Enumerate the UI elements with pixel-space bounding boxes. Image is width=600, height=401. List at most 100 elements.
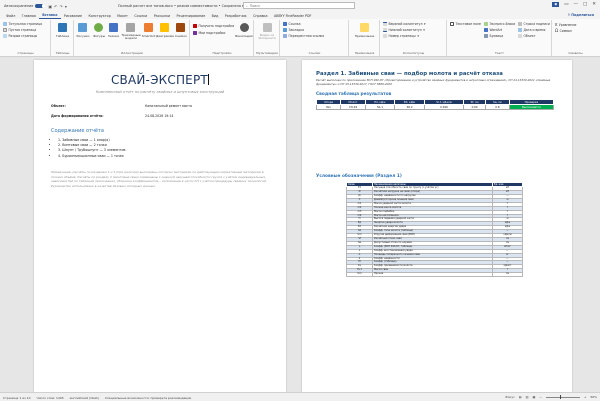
store-icon — [193, 24, 197, 28]
group-tables-label: Таблицы — [55, 51, 70, 55]
web-layout-icon[interactable]: ▦ — [532, 395, 535, 399]
quick-parts-button[interactable]: Экспресс-блоки — [484, 22, 515, 26]
report-title[interactable]: СВАЙ-ЭКСПЕРТ — [34, 73, 286, 87]
summary-heading: Сводная таблица результатов — [316, 92, 392, 97]
accessibility-status[interactable]: Специальные возможности: проверьте реком… — [105, 396, 192, 400]
symbol-button[interactable]: Ω Символ — [555, 28, 572, 33]
online-video-icon[interactable] — [263, 23, 272, 32]
group-illustrations: Рисунки Фигуры Значки Трехмерные модели … — [75, 20, 190, 56]
redo-icon[interactable]: ↷ — [60, 4, 63, 9]
page-break-button[interactable]: Разрыв страницы — [3, 34, 37, 38]
focus-button[interactable]: Фокус — [505, 395, 515, 399]
pictures-label[interactable]: Рисунки — [75, 34, 91, 38]
minimize-button[interactable]: — — [573, 2, 578, 7]
legend-table: Симв. Наименование величины Ед. изм. Fd Нес… — [346, 181, 523, 278]
comment-icon[interactable] — [360, 23, 369, 32]
equation-button[interactable]: π Уравнение — [555, 22, 576, 27]
bookmark-label: Закладка — [288, 28, 305, 32]
icons-label[interactable]: Значки — [106, 34, 121, 38]
object-label: Объект: — [51, 104, 66, 108]
wordart-button[interactable]: WordArt — [484, 28, 502, 32]
language[interactable]: английский (США) — [70, 396, 99, 400]
save-icon[interactable]: ▣ — [48, 4, 52, 9]
table-cell: 0.496 — [423, 104, 465, 110]
undo-icon[interactable]: ↶ — [54, 4, 57, 9]
autosave-toggle[interactable] — [35, 3, 46, 9]
icons-icon[interactable] — [109, 23, 118, 32]
section-heading: Раздел 1. Забивные сваи — подбор молота … — [316, 71, 503, 77]
blank-page-button[interactable]: Пустая страница — [3, 28, 36, 32]
shapes-label[interactable]: Фигуры — [91, 34, 107, 38]
wikipedia-label[interactable]: Википедия — [234, 34, 254, 38]
cross-reference-button[interactable]: Перекрестная ссылка — [283, 34, 324, 38]
smartart-icon[interactable] — [144, 23, 153, 32]
share-button[interactable]: ⇪ Поделиться — [568, 13, 594, 17]
signature-icon — [518, 22, 522, 26]
group-media: Видео из Интернета Мультимедиа — [255, 20, 280, 56]
my-addins-label: Мои надстройки — [198, 31, 226, 35]
ribbon-display-icon[interactable]: ▭ — [564, 2, 568, 7]
print-layout-icon[interactable]: ▥ — [526, 395, 529, 399]
group-media-label: Мультимедиа — [256, 51, 278, 55]
table-cell: 50.1 — [364, 104, 396, 110]
chevron-down-icon: ▾ — [423, 22, 426, 26]
footer-label: Нижний колонтитул — [388, 28, 422, 32]
table-icon[interactable] — [58, 23, 67, 32]
pi-icon: π — [555, 22, 558, 27]
chart-label[interactable]: Диаграмма — [156, 34, 174, 38]
date-time-button[interactable]: Дата и время — [518, 28, 545, 32]
3d-models-label[interactable]: Трехмерные модели — [121, 33, 141, 40]
bookmark-button[interactable]: Закладка — [283, 28, 304, 32]
table-button-label[interactable]: Таблица — [52, 34, 73, 38]
screenshot-label[interactable]: Снимок — [173, 34, 189, 38]
get-addins-button[interactable]: Получить надстройки — [193, 24, 234, 28]
signature-line-button[interactable]: Строка подписи — [518, 22, 550, 26]
cross-reference-label: Перекрестная ссылка — [288, 34, 325, 38]
shapes-icon[interactable] — [94, 23, 103, 32]
search-input[interactable]: ⌕ Поиск — [243, 2, 355, 9]
account-avatar[interactable]: ◉ — [552, 1, 560, 7]
zoom-in-icon[interactable]: + — [584, 395, 587, 399]
chart-icon[interactable] — [160, 23, 169, 32]
maximize-button[interactable]: □ — [583, 2, 587, 7]
online-video-label[interactable]: Видео из Интернета — [255, 33, 279, 40]
page-count[interactable]: Страница 1 из 10 — [3, 396, 31, 400]
group-comments: Примечание Примечания — [350, 20, 380, 56]
date-time-label: Дата и время — [523, 28, 546, 32]
page-2[interactable]: Раздел 1. Забивные сваи — подбор молота … — [302, 60, 572, 392]
word-count[interactable]: Число слов: 1405 — [37, 396, 64, 400]
3d-models-icon[interactable] — [126, 23, 135, 32]
group-text-label: Текст — [495, 51, 504, 55]
search-placeholder: Поиск — [249, 3, 260, 8]
chevron-down-icon: ▾ — [423, 28, 425, 32]
comment-label[interactable]: Примечание — [350, 34, 379, 38]
wikipedia-icon[interactable] — [240, 23, 249, 32]
zoom-out-icon[interactable]: − — [539, 395, 542, 399]
footer-button[interactable]: Нижний колонтитул ▾ — [383, 28, 425, 32]
blank-page-label: Пустая страница — [8, 28, 37, 32]
page-number-button[interactable]: Номер страницы ▾ — [383, 34, 419, 38]
wordart-label: WordArt — [489, 28, 503, 32]
link-button[interactable]: Ссылка — [283, 22, 301, 26]
page-1[interactable]: СВАЙ-ЭКСПЕРТ Комплексный отчёт по расчёт… — [34, 60, 286, 392]
pictures-icon[interactable] — [78, 23, 87, 32]
document-canvas[interactable]: СВАЙ-ЭКСПЕРТ Комплексный отчёт по расчёт… — [0, 57, 600, 392]
bookmark-icon — [283, 28, 287, 32]
cover-page-button[interactable]: Титульная страница — [3, 22, 42, 26]
zoom-level[interactable]: 56% — [590, 395, 597, 399]
text-box-button[interactable]: Текстовое поле — [450, 22, 481, 26]
read-mode-icon[interactable]: ▤ — [519, 395, 522, 399]
object-button[interactable]: Объект — [518, 34, 536, 38]
group-pages-label: Страницы — [17, 51, 34, 55]
drop-cap-button[interactable]: Буквица — [484, 34, 503, 38]
table-cell: СП-49 — [340, 104, 366, 110]
smartart-label[interactable]: SmartArt — [140, 34, 157, 38]
customize-qat-icon[interactable]: ▾ — [65, 4, 67, 9]
my-addins-button[interactable]: Мои надстройки — [193, 31, 225, 35]
page-break-icon — [3, 34, 7, 38]
header-button[interactable]: Верхний колонтитул ▾ — [383, 22, 426, 26]
close-button[interactable]: ✕ — [592, 2, 596, 7]
zoom-slider[interactable] — [545, 395, 580, 399]
page-number-label: Номер страницы — [388, 34, 416, 38]
screenshot-icon[interactable] — [176, 23, 185, 32]
